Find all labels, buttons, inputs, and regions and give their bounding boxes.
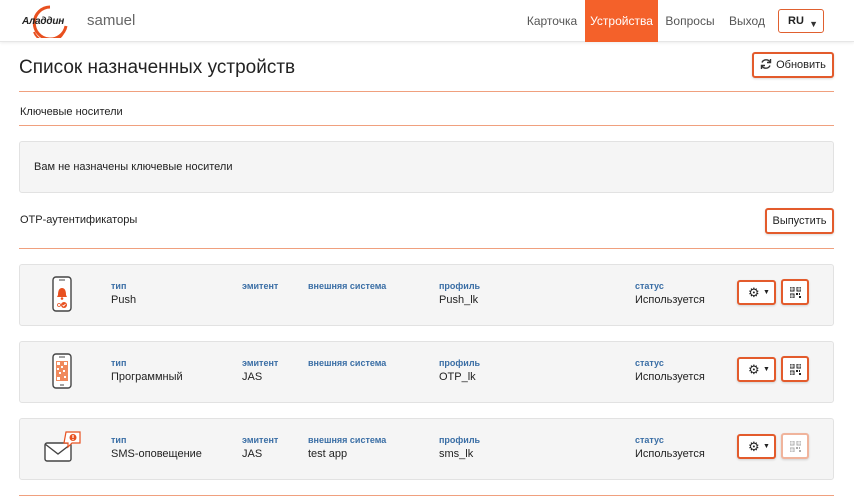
divider bbox=[19, 125, 834, 126]
gear-icon: ⚙ bbox=[748, 285, 760, 300]
username: samuel bbox=[87, 12, 136, 29]
nav-exit[interactable]: Выход bbox=[726, 0, 768, 42]
nav-questions[interactable]: Вопросы bbox=[662, 0, 718, 42]
status-label: статус bbox=[635, 281, 664, 291]
profile-label: профиль bbox=[439, 281, 481, 291]
type-label: тип bbox=[111, 358, 127, 368]
issuer-value: JAS bbox=[242, 371, 263, 383]
profile-value: sms_lk bbox=[439, 448, 474, 460]
type-label: тип bbox=[111, 435, 127, 445]
qr-code-button[interactable] bbox=[781, 279, 809, 305]
profile-value: OTP_lk bbox=[439, 371, 476, 383]
type-value: Программный bbox=[111, 371, 183, 383]
status-label: статус bbox=[635, 358, 664, 368]
chevron-down-icon: ▼ bbox=[809, 19, 818, 29]
issue-button[interactable]: Выпустить bbox=[765, 208, 834, 234]
external-system-label: внешняя система bbox=[308, 281, 387, 291]
divider bbox=[19, 91, 834, 92]
logo-text: Аладдин bbox=[22, 16, 65, 27]
issuer-label: эмитент bbox=[242, 358, 279, 368]
issuer-label: эмитент bbox=[242, 435, 279, 445]
gear-icon: ⚙ bbox=[748, 362, 760, 377]
qr-code-button-disabled bbox=[781, 433, 809, 459]
caret-down-icon: ▼ bbox=[763, 443, 770, 450]
status-label: статус bbox=[635, 435, 664, 445]
language-value: RU bbox=[788, 15, 804, 27]
qr-code-icon bbox=[790, 441, 801, 452]
settings-dropdown-button[interactable]: ⚙ ▼ bbox=[737, 280, 776, 305]
qr-code-icon bbox=[790, 287, 801, 298]
external-system-label: внешняя система bbox=[308, 358, 387, 368]
key-carriers-title: Ключевые носители bbox=[20, 106, 123, 118]
type-value: SMS-оповещение bbox=[111, 448, 202, 460]
qr-code-button[interactable] bbox=[781, 356, 809, 382]
device-card: тип SMS-оповещение эмитент JAS внешняя сис… bbox=[19, 418, 834, 480]
status-value: Используется bbox=[635, 371, 705, 383]
external-system-label: внешняя система bbox=[308, 435, 387, 445]
device-card: тип Push эмитент внешняя система профиль P… bbox=[19, 264, 834, 326]
profile-label: профиль bbox=[439, 435, 481, 445]
divider bbox=[19, 248, 834, 249]
caret-down-icon: ▼ bbox=[763, 289, 770, 296]
caret-down-icon: ▼ bbox=[763, 366, 770, 373]
qr-code-icon bbox=[790, 364, 801, 375]
refresh-label: Обновить bbox=[776, 59, 826, 71]
issuer-label: эмитент bbox=[242, 281, 279, 291]
divider bbox=[19, 495, 834, 496]
aladdin-logo[interactable]: Аладдин bbox=[20, 4, 72, 43]
key-carriers-empty-box: Вам не назначены ключевые носители bbox=[19, 141, 834, 193]
device-card: тип Программный эмитент JAS внешняя систем… bbox=[19, 341, 834, 403]
sms-envelope-icon bbox=[44, 431, 81, 462]
nav-card[interactable]: Карточка bbox=[522, 0, 582, 42]
push-phone-icon bbox=[52, 276, 72, 312]
software-token-icon bbox=[52, 353, 72, 389]
settings-dropdown-button[interactable]: ⚙ ▼ bbox=[737, 357, 776, 382]
status-value: Используется bbox=[635, 294, 705, 306]
gear-icon: ⚙ bbox=[748, 439, 760, 454]
otp-title: OTP-аутентификаторы bbox=[20, 214, 138, 226]
type-label: тип bbox=[111, 281, 127, 291]
refresh-icon bbox=[760, 59, 772, 69]
profile-value: Push_lk bbox=[439, 294, 479, 306]
nav-devices[interactable]: Устройства bbox=[585, 0, 658, 42]
language-select[interactable]: RU ▼ bbox=[778, 9, 824, 33]
key-carriers-empty-message: Вам не назначены ключевые носители bbox=[34, 161, 233, 173]
settings-dropdown-button[interactable]: ⚙ ▼ bbox=[737, 434, 776, 459]
status-value: Используется bbox=[635, 448, 705, 460]
external-system-value: test app bbox=[308, 448, 348, 460]
top-navbar: Аладдин samuel Карточка Устройства Вопро… bbox=[0, 0, 854, 43]
page-title: Список назначенных устройств bbox=[19, 57, 296, 78]
type-value: Push bbox=[111, 294, 137, 306]
profile-label: профиль bbox=[439, 358, 481, 368]
refresh-button[interactable]: Обновить bbox=[752, 52, 834, 78]
issuer-value: JAS bbox=[242, 448, 263, 460]
